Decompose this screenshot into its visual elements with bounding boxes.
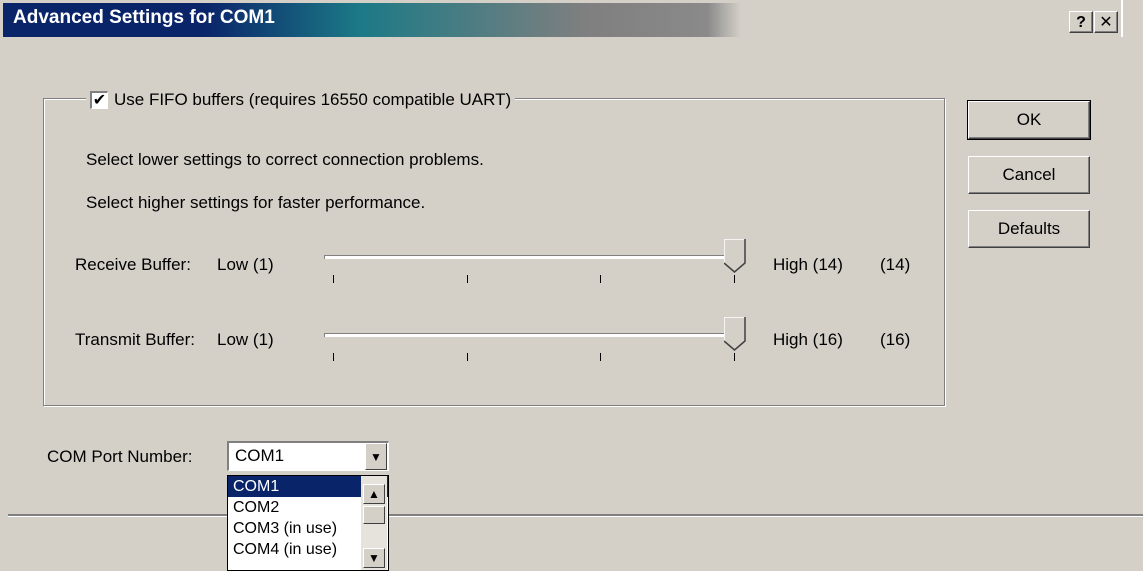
transmit-tick	[333, 353, 334, 361]
transmit-tick	[467, 353, 468, 361]
receive-tick	[734, 275, 735, 283]
window-edge	[1121, 0, 1123, 37]
receive-buffer-track	[324, 255, 736, 259]
com-port-combobox[interactable]: COM1 ▼	[227, 441, 389, 471]
scroll-thumb[interactable]	[363, 506, 385, 524]
fifo-checkbox-row[interactable]: ✔ Use FIFO buffers (requires 16550 compa…	[86, 88, 516, 112]
transmit-tick	[734, 353, 735, 361]
dialog-frame-left	[8, 40, 9, 515]
hint-lower: Select lower settings to correct connect…	[86, 150, 484, 169]
transmit-buffer-high-label: High (16)	[773, 330, 843, 349]
cancel-button[interactable]: Cancel	[968, 156, 1090, 194]
transmit-buffer-low-label: Low (1)	[217, 330, 274, 349]
chevron-down-icon: ▼	[370, 449, 382, 464]
transmit-buffer-track	[324, 333, 736, 337]
transmit-buffer-value: (16)	[880, 330, 911, 349]
ok-button[interactable]: OK	[967, 100, 1091, 140]
chevron-down-icon: ▼	[368, 551, 380, 565]
fifo-checkbox-label: Use FIFO buffers (requires 16550 compati…	[114, 90, 512, 109]
combobox-dropdown-button[interactable]: ▼	[365, 443, 387, 470]
receive-buffer-low-label: Low (1)	[217, 255, 274, 274]
com-port-selected-value: COM1	[235, 446, 285, 465]
fifo-checkbox[interactable]: ✔	[90, 91, 108, 109]
title-bar[interactable]: Advanced Settings for COM1	[3, 3, 1121, 37]
defaults-button[interactable]: Defaults	[968, 210, 1090, 248]
receive-buffer-value: (14)	[880, 255, 911, 274]
receive-buffer-slider-thumb[interactable]	[723, 238, 746, 278]
transmit-buffer-label: Transmit Buffer:	[75, 330, 195, 349]
fifo-group-box	[43, 98, 945, 406]
scroll-up-button[interactable]: ▲	[363, 484, 385, 504]
receive-buffer-high-label: High (14)	[773, 255, 843, 274]
chevron-up-icon: ▲	[368, 487, 380, 501]
list-scrollbar[interactable]: ▲ ▼	[361, 476, 387, 570]
transmit-tick	[600, 353, 601, 361]
receive-tick	[333, 275, 334, 283]
scroll-down-button[interactable]: ▼	[363, 548, 385, 568]
hint-higher: Select higher settings for faster perfor…	[86, 193, 426, 212]
window-title: Advanced Settings for COM1	[13, 7, 275, 28]
com-port-label: COM Port Number:	[47, 447, 193, 466]
dialog-frame-bottom	[8, 514, 1143, 517]
close-button[interactable]: ✕	[1094, 11, 1118, 33]
close-icon: ✕	[1099, 14, 1113, 31]
receive-buffer-label: Receive Buffer:	[75, 255, 191, 274]
checkmark-icon: ✔	[92, 91, 107, 109]
com-port-dropdown-list[interactable]: COM1 COM2 COM3 (in use) COM4 (in use) ▲ …	[227, 475, 389, 571]
transmit-buffer-slider-thumb[interactable]	[723, 316, 746, 356]
help-button[interactable]: ?	[1069, 11, 1093, 33]
receive-tick	[600, 275, 601, 283]
receive-tick	[467, 275, 468, 283]
